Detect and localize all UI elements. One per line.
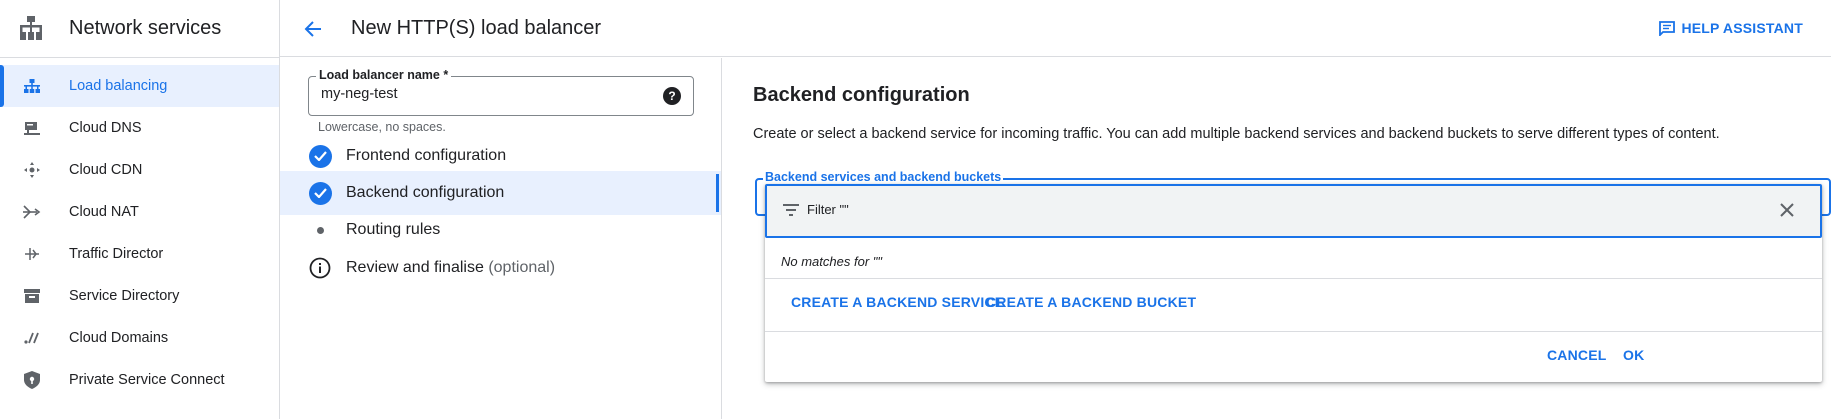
back-button[interactable] — [300, 16, 326, 42]
filter-icon — [783, 203, 799, 221]
stepper-panel: Load balancer name * ? Lowercase, no spa… — [280, 58, 722, 419]
create-backend-service-button[interactable]: CREATE A BACKEND SERVICE — [791, 294, 1004, 310]
nav-item-cloud-cdn[interactable]: Cloud CDN — [0, 149, 279, 191]
check-circle-icon — [308, 144, 332, 168]
cloud-cdn-icon — [22, 161, 42, 179]
nav-label: Cloud NAT — [69, 204, 139, 220]
help-assistant-button[interactable]: HELP ASSISTANT — [1659, 20, 1803, 36]
divider — [765, 278, 1822, 279]
private-service-connect-icon — [22, 371, 42, 389]
left-nav: Network services Load balancing Cloud DN… — [0, 0, 280, 419]
nav-item-service-directory[interactable]: Service Directory — [0, 275, 279, 317]
nav-item-cloud-domains[interactable]: Cloud Domains — [0, 317, 279, 359]
dot-icon — [308, 218, 332, 242]
product-title: Network services — [69, 17, 222, 39]
step-label: Frontend configuration — [346, 147, 507, 164]
load-balancer-name-input[interactable] — [321, 86, 651, 102]
cancel-button[interactable]: CANCEL — [1547, 347, 1607, 363]
create-backend-bucket-button[interactable]: CREATE A BACKEND BUCKET — [986, 294, 1196, 310]
load-balancing-icon — [22, 77, 42, 95]
backend-config-section: Backend configuration Create or select a… — [723, 58, 1831, 419]
nav-item-cloud-dns[interactable]: Cloud DNS — [0, 107, 279, 149]
ok-button[interactable]: OK — [1623, 347, 1644, 363]
traffic-director-icon — [22, 245, 42, 263]
info-icon — [308, 256, 332, 280]
nav-item-traffic-director[interactable]: Traffic Director — [0, 233, 279, 275]
cloud-nat-icon — [22, 203, 42, 221]
filter-input[interactable]: Filter "" — [765, 184, 1822, 238]
step-label: Routing rules — [346, 221, 441, 238]
network-services-icon — [20, 16, 42, 45]
close-icon[interactable] — [1776, 199, 1798, 221]
nav-item-load-balancing[interactable]: Load balancing — [0, 65, 279, 107]
optional-tag: (optional) — [488, 259, 556, 276]
load-balancer-name-label: Load balancer name * — [316, 68, 452, 82]
divider — [765, 331, 1822, 332]
nav-label: Load balancing — [69, 78, 168, 94]
step-label: Review and finalise (optional) — [346, 259, 555, 277]
nav-label: Cloud Domains — [69, 330, 169, 346]
filter-text: Filter "" — [807, 202, 849, 217]
check-circle-icon — [308, 181, 332, 205]
nav-label: Private Service Connect — [69, 372, 225, 388]
backend-services-label: Backend services and backend buckets — [763, 170, 1004, 184]
help-icon[interactable]: ? — [663, 87, 681, 105]
service-directory-icon — [22, 287, 42, 305]
step-label: Backend configuration — [346, 184, 505, 201]
nav-label: Cloud CDN — [69, 162, 143, 178]
chat-icon — [1659, 20, 1676, 36]
step-label-text: Review and finalise — [346, 259, 484, 276]
section-description: Create or select a backend service for i… — [753, 126, 1720, 142]
step-review-and-finalise[interactable]: Review and finalise (optional) — [280, 246, 721, 290]
nav-label: Service Directory — [69, 288, 180, 304]
nav-item-private-service-connect[interactable]: Private Service Connect — [0, 359, 279, 401]
arrow-back-icon — [304, 21, 321, 37]
nav-label: Traffic Director — [69, 246, 164, 262]
cloud-domains-icon — [22, 329, 42, 347]
name-hint: Lowercase, no spaces. — [318, 120, 446, 134]
cloud-dns-icon — [22, 119, 42, 137]
nav-label: Cloud DNS — [69, 120, 142, 136]
section-title: Backend configuration — [753, 84, 970, 106]
load-balancer-name-field[interactable]: Load balancer name * ? — [308, 68, 694, 116]
no-matches-text: No matches for "" — [781, 254, 882, 269]
help-assistant-label: HELP ASSISTANT — [1681, 20, 1803, 36]
page-header: New HTTP(S) load balancer HELP ASSISTANT — [280, 0, 1831, 57]
page-title: New HTTP(S) load balancer — [351, 17, 602, 39]
nav-item-cloud-nat[interactable]: Cloud NAT — [0, 191, 279, 233]
backend-services-dropdown: Filter "" No matches for "" CREATE A BAC… — [765, 184, 1822, 382]
product-header: Network services — [0, 0, 279, 58]
